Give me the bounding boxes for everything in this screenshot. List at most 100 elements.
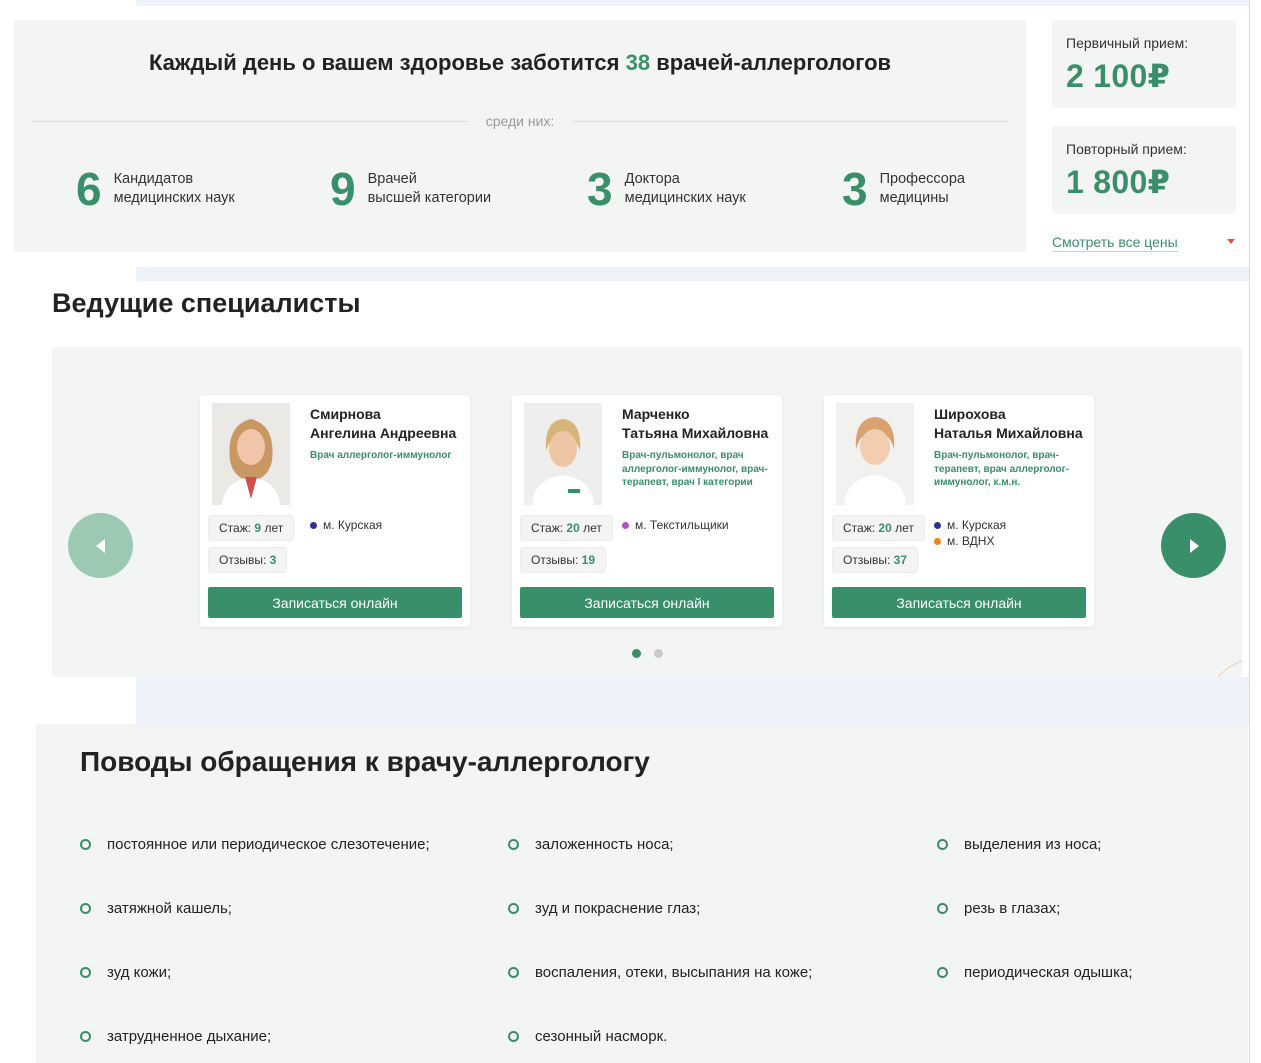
carousel-prev-button[interactable] <box>68 513 133 578</box>
stat-professors: 3 Профессора медицины <box>842 163 965 215</box>
experience-unit: лет <box>264 521 284 535</box>
reason-item: затрудненное дыхание; <box>80 1028 271 1045</box>
page-edge-line <box>1249 0 1250 1063</box>
stat-label: Врачей высшей категории <box>368 170 491 208</box>
pagination-dot-1[interactable] <box>632 649 641 658</box>
doctor-given-name: Татьяна Михайловна <box>622 425 769 441</box>
metro-dot-icon <box>310 521 317 529</box>
reasons-section: Поводы обращения к врачу-аллергологу пос… <box>36 724 1248 1063</box>
repeat-price-label: Повторный прием: <box>1066 141 1187 157</box>
stats-title-prefix: Каждый день о вашем здоровье заботится <box>148 50 620 75</box>
reason-item: зуд кожи; <box>80 964 171 981</box>
reviews-badge[interactable]: Отзывы: 37 <box>832 547 918 573</box>
reviews-count: 19 <box>581 553 595 567</box>
reason-item: резь в глазах; <box>937 900 1060 917</box>
doctor-card: Широхова Наталья Михайловна Врач-пульмон… <box>824 395 1094 627</box>
doctor-photo[interactable] <box>836 403 914 505</box>
reviews-count: 37 <box>893 553 907 567</box>
experience-unit: лет <box>583 521 602 535</box>
metro-name: м. Текстильщики <box>635 518 729 532</box>
stat-label-line2: высшей категории <box>367 190 492 206</box>
reason-text: затрудненное дыхание; <box>107 1028 272 1045</box>
carousel-next-button[interactable] <box>1161 513 1226 578</box>
doctor-specialty: Врач-пульмонолог, врач аллерголог-иммуно… <box>622 450 768 488</box>
stat-candidates: 6 Кандидатов медицинских наук <box>76 163 235 215</box>
doctor-specialty: Врач аллерголог-иммунолог <box>310 450 452 461</box>
doctor-given-name: Ангелина Андреевна <box>310 425 457 441</box>
experience-label: Стаж: <box>531 521 564 535</box>
circle-bullet-icon <box>80 839 91 850</box>
doctor-surname: Смирнова <box>310 406 381 422</box>
reason-text: выделения из носа; <box>964 836 1102 853</box>
specialists-carousel: Смирнова Ангелина Андреевна Врач аллерго… <box>52 347 1242 677</box>
metro-list: м. Курская м. ВДНХ <box>934 517 1006 549</box>
reasons-title: Поводы обращения к врачу-аллергологу <box>80 746 650 777</box>
stats-title: Каждый день о вашем здоровье заботится 3… <box>14 50 1026 76</box>
doctor-surname: Широхова <box>934 406 1006 422</box>
doctor-photo[interactable] <box>212 403 290 505</box>
circle-bullet-icon <box>80 967 91 978</box>
doctor-name[interactable]: Марченко Татьяна Михайловна <box>622 405 777 443</box>
arrow-left-icon <box>95 538 105 553</box>
book-online-button[interactable]: Записаться онлайн <box>520 587 774 618</box>
stat-label-line2: медицинских наук <box>624 190 746 206</box>
metro-station: м. Курская <box>934 517 1006 533</box>
metro-dot-icon <box>622 521 629 529</box>
stat-doctors-of-science: 3 Доктора медицинских наук <box>587 163 746 215</box>
circle-bullet-icon <box>80 1031 91 1042</box>
reason-item: сезонный насморк. <box>508 1028 667 1045</box>
metro-name: м. ВДНХ <box>947 534 995 548</box>
reason-text: периодическая одышка; <box>964 964 1133 981</box>
stat-label-line2: медицинских наук <box>113 190 235 206</box>
metro-list: м. Курская <box>310 517 382 533</box>
caret-down-icon[interactable] <box>1227 239 1235 244</box>
metro-station: м. ВДНХ <box>934 533 1006 549</box>
book-online-button[interactable]: Записаться онлайн <box>832 587 1086 618</box>
reason-text: воспаления, отеки, высыпания на коже; <box>535 964 813 981</box>
reason-item: воспаления, отеки, высыпания на коже; <box>508 964 812 981</box>
all-prices-link[interactable]: Смотреть все цены <box>1052 234 1178 252</box>
metro-dot-icon <box>934 537 941 545</box>
reason-text: зуд и покраснение глаз; <box>535 900 701 917</box>
experience-badge: Стаж: 9 лет <box>208 515 295 541</box>
book-online-button[interactable]: Записаться онлайн <box>208 587 462 618</box>
metro-list: м. Текстильщики <box>622 517 729 533</box>
reviews-badge[interactable]: Отзывы: 19 <box>520 547 606 573</box>
primary-price-card: Первичный прием: 2 100₽ <box>1052 20 1236 108</box>
doctor-name[interactable]: Широхова Наталья Михайловна <box>934 405 1089 443</box>
stat-label: Кандидатов медицинских наук <box>114 170 235 208</box>
reason-item: заложенность носа; <box>508 836 674 853</box>
reviews-badge[interactable]: Отзывы: 3 <box>208 547 288 573</box>
doctor-card: Марченко Татьяна Михайловна Врач-пульмон… <box>512 395 782 627</box>
doctor-name[interactable]: Смирнова Ангелина Андреевна <box>310 405 465 443</box>
experience-badge: Стаж: 20 лет <box>832 515 925 541</box>
stats-title-number: 38 <box>625 50 651 75</box>
primary-price-value: 2 100₽ <box>1066 58 1171 94</box>
stat-label-line1: Врачей <box>367 171 417 187</box>
metro-station: м. Курская <box>310 517 382 533</box>
reason-item: выделения из носа; <box>937 836 1101 853</box>
reason-text: затяжной кашель; <box>107 900 232 917</box>
experience-years: 20 <box>566 521 580 535</box>
bg-strip-lower <box>136 677 1250 724</box>
reason-item: постоянное или периодическое слезотечени… <box>80 836 430 853</box>
reviews-label: Отзывы: <box>843 553 891 567</box>
primary-price-label: Первичный прием: <box>1066 35 1189 51</box>
repeat-price-value: 1 800₽ <box>1066 164 1171 200</box>
metro-name: м. Курская <box>323 518 383 532</box>
metro-station: м. Текстильщики <box>622 517 729 533</box>
experience-years: 20 <box>878 521 892 535</box>
carousel-pagination <box>632 649 663 658</box>
circle-bullet-icon <box>937 967 948 978</box>
experience-years: 9 <box>254 521 262 535</box>
stats-among-label: среди них: <box>467 113 573 129</box>
doctor-photo[interactable] <box>524 403 602 505</box>
stat-number: 6 <box>76 163 102 215</box>
bg-strip-mid <box>136 267 1250 281</box>
stat-number: 3 <box>842 163 868 215</box>
doctor-surname: Марченко <box>622 406 690 422</box>
decorative-arc <box>1202 657 1242 677</box>
pagination-dot-2[interactable] <box>654 649 663 658</box>
stat-highest-category: 9 Врачей высшей категории <box>330 163 491 215</box>
repeat-price-card: Повторный прием: 1 800₽ <box>1052 126 1236 214</box>
